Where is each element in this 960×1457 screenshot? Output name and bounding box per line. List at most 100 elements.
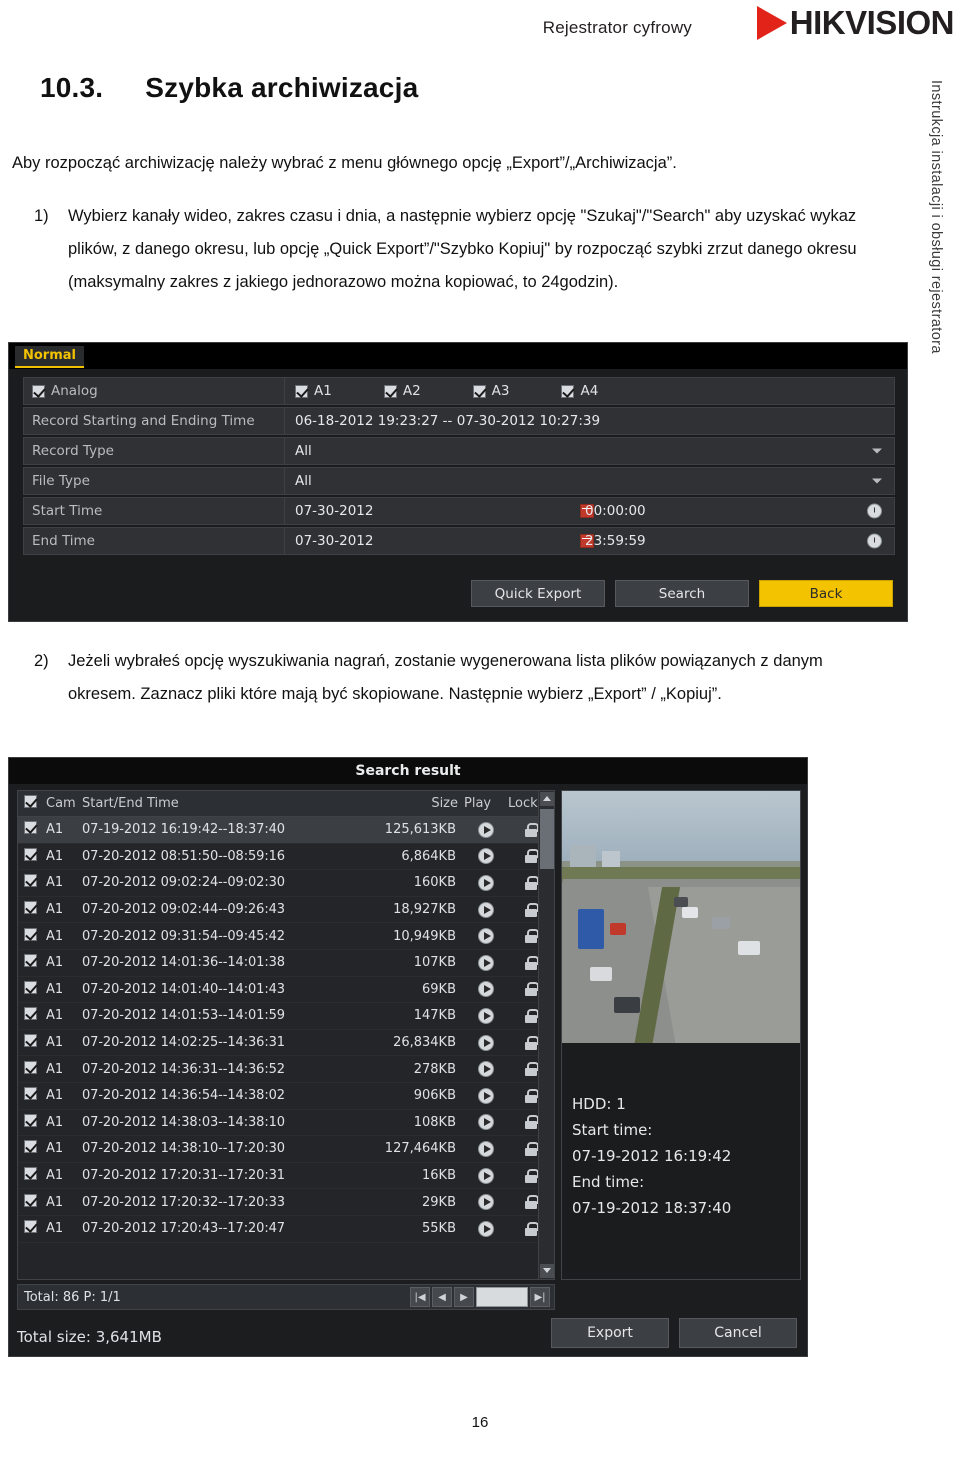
- channel-a4[interactable]: A4: [561, 383, 598, 399]
- record-type-select[interactable]: All: [285, 437, 895, 465]
- play-icon[interactable]: [478, 821, 494, 838]
- table-row[interactable]: A1 07-20-2012 14:36:31--14:36:52 278KB: [18, 1056, 554, 1083]
- play-icon[interactable]: [478, 928, 494, 945]
- row-checkbox[interactable]: [24, 821, 37, 835]
- table-row[interactable]: A1 07-19-2012 16:19:42--18:37:40 125,613KB: [18, 817, 554, 844]
- lock-icon[interactable]: [525, 1008, 539, 1023]
- next-page-icon[interactable]: ▶: [454, 1287, 474, 1307]
- select-all-checkbox[interactable]: [24, 795, 37, 808]
- lock-icon[interactable]: [525, 929, 539, 944]
- lock-icon[interactable]: [525, 849, 539, 864]
- lock-icon[interactable]: [525, 902, 539, 917]
- play-icon[interactable]: [478, 1194, 494, 1211]
- play-icon[interactable]: [478, 981, 494, 998]
- play-icon[interactable]: [478, 1007, 494, 1024]
- scroll-down-icon[interactable]: [540, 1264, 554, 1278]
- row-checkbox[interactable]: [24, 1113, 37, 1127]
- row-checkbox[interactable]: [24, 1007, 37, 1021]
- lock-icon[interactable]: [525, 1035, 539, 1050]
- table-row[interactable]: A1 07-20-2012 09:02:44--09:26:43 18,927KB: [18, 897, 554, 924]
- lock-icon[interactable]: [525, 1221, 539, 1236]
- lock-icon[interactable]: [525, 1062, 539, 1077]
- table-row[interactable]: A1 07-20-2012 09:31:54--09:45:42 10,949KB: [18, 923, 554, 950]
- play-icon[interactable]: [478, 1167, 494, 1184]
- table-row[interactable]: A1 07-20-2012 17:20:32--17:20:33 29KB: [18, 1189, 554, 1216]
- analog-checkbox[interactable]: [32, 384, 45, 398]
- row-checkbox[interactable]: [24, 980, 37, 994]
- lock-icon[interactable]: [525, 982, 539, 997]
- table-row[interactable]: A1 07-20-2012 14:01:36--14:01:38 107KB: [18, 950, 554, 977]
- table-row[interactable]: A1 07-20-2012 14:38:03--14:38:10 108KB: [18, 1110, 554, 1137]
- row-checkbox[interactable]: [24, 1087, 37, 1101]
- row-checkbox[interactable]: [24, 1220, 37, 1234]
- start-time-fields[interactable]: 07-30-2012 00:00:00: [285, 497, 895, 525]
- lock-icon[interactable]: [525, 1195, 539, 1210]
- scroll-thumb[interactable]: [540, 809, 554, 869]
- channel-a1[interactable]: A1: [295, 383, 332, 399]
- search-result-table: Cam Start/End Time Size Play Lock A1 07-1…: [17, 790, 555, 1280]
- lock-icon[interactable]: [525, 875, 539, 890]
- lock-icon[interactable]: [525, 1088, 539, 1103]
- prev-page-icon[interactable]: ◀: [432, 1287, 452, 1307]
- channel-a4-checkbox[interactable]: [561, 384, 575, 398]
- play-icon[interactable]: [478, 1034, 494, 1051]
- row-checkbox[interactable]: [24, 1193, 37, 1207]
- row-checkbox[interactable]: [24, 954, 37, 968]
- row-checkbox[interactable]: [24, 847, 37, 861]
- table-row[interactable]: A1 07-20-2012 08:51:50--08:59:16 6,864KB: [18, 844, 554, 871]
- play-icon[interactable]: [478, 1220, 494, 1237]
- back-button[interactable]: Back: [759, 580, 893, 607]
- play-icon[interactable]: [478, 954, 494, 971]
- export-button[interactable]: Export: [551, 1318, 669, 1348]
- table-scrollbar[interactable]: [538, 791, 554, 1279]
- table-row[interactable]: A1 07-20-2012 17:20:43--17:20:47 55KB: [18, 1216, 554, 1243]
- table-row[interactable]: A1 07-20-2012 14:36:54--14:38:02 906KB: [18, 1083, 554, 1110]
- cancel-button[interactable]: Cancel: [679, 1318, 797, 1348]
- lock-icon[interactable]: [525, 822, 539, 837]
- file-type-select[interactable]: All: [285, 467, 895, 495]
- play-icon[interactable]: [478, 1087, 494, 1104]
- row-checkbox[interactable]: [24, 927, 37, 941]
- play-icon[interactable]: [478, 901, 494, 918]
- scroll-up-icon[interactable]: [540, 792, 554, 806]
- row-checkbox[interactable]: [24, 1034, 37, 1048]
- row-checkbox[interactable]: [24, 874, 37, 888]
- play-icon[interactable]: [478, 1114, 494, 1131]
- play-icon[interactable]: [478, 1140, 494, 1157]
- channel-a2[interactable]: A2: [383, 383, 421, 399]
- row-checkbox[interactable]: [24, 1140, 37, 1154]
- clock-icon[interactable]: [867, 503, 882, 519]
- table-row[interactable]: A1 07-20-2012 09:02:24--09:02:30 160KB: [18, 870, 554, 897]
- lock-icon[interactable]: [525, 1115, 539, 1130]
- play-icon[interactable]: [478, 874, 494, 891]
- lock-icon[interactable]: [525, 955, 539, 970]
- first-page-icon[interactable]: |◀: [410, 1287, 430, 1307]
- table-row[interactable]: A1 07-20-2012 17:20:31--17:20:31 16KB: [18, 1163, 554, 1190]
- channel-a2-checkbox[interactable]: [383, 384, 397, 398]
- play-icon[interactable]: [478, 848, 494, 865]
- search-button[interactable]: Search: [615, 580, 749, 607]
- table-row[interactable]: A1 07-20-2012 14:01:53--14:01:59 147KB: [18, 1003, 554, 1030]
- chevron-down-icon[interactable]: [872, 448, 882, 454]
- channel-a3[interactable]: A3: [472, 383, 509, 399]
- row-checkbox[interactable]: [24, 1167, 37, 1181]
- tab-normal[interactable]: Normal: [15, 346, 84, 368]
- go-page-icon[interactable]: ▶|: [530, 1287, 550, 1307]
- play-icon[interactable]: [478, 1061, 494, 1078]
- lock-icon[interactable]: [525, 1168, 539, 1183]
- lock-icon[interactable]: [525, 1141, 539, 1156]
- pager[interactable]: |◀ ◀ ▶ ▶|: [410, 1287, 550, 1307]
- chevron-down-icon[interactable]: [872, 478, 882, 484]
- quick-export-button[interactable]: Quick Export: [471, 580, 605, 607]
- clock-icon[interactable]: [867, 533, 882, 549]
- channel-a1-checkbox[interactable]: [295, 384, 308, 398]
- table-row[interactable]: A1 07-20-2012 14:01:40--14:01:43 69KB: [18, 977, 554, 1004]
- page-input[interactable]: [476, 1287, 528, 1307]
- row-checkbox[interactable]: [24, 1060, 37, 1074]
- side-vertical-caption: Instrukcja instalacji i obsługi rejestra…: [928, 80, 944, 354]
- table-row[interactable]: A1 07-20-2012 14:38:10--17:20:30 127,464KB: [18, 1136, 554, 1163]
- end-time-fields[interactable]: 07-30-2012 23:59:59: [285, 527, 895, 555]
- channel-a3-checkbox[interactable]: [472, 384, 486, 398]
- table-row[interactable]: A1 07-20-2012 14:02:25--14:36:31 26,834KB: [18, 1030, 554, 1057]
- row-checkbox[interactable]: [24, 901, 37, 915]
